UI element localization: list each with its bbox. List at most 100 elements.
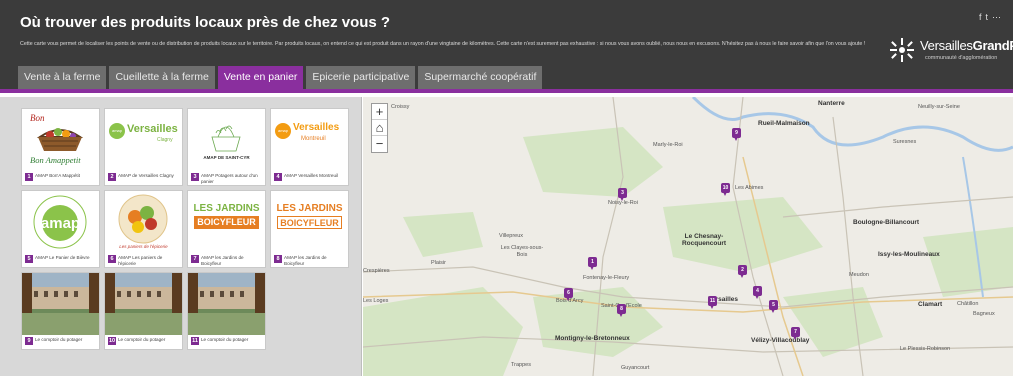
map-label: Marly-le-Roi xyxy=(653,142,683,148)
gallery-card[interactable]: Bon Bon Amappetit 1 AMAP Bon'A Mappétit xyxy=(21,108,100,186)
map-marker-number: 4 xyxy=(753,286,762,296)
map-marker[interactable]: 9 xyxy=(732,128,741,141)
gallery-card[interactable]: AMAP DE SAINT-CYR 3 AMAP Potagers autour… xyxy=(187,108,266,186)
card-logo-text: Versailles xyxy=(293,122,340,133)
map-label: Meudon xyxy=(849,272,869,278)
social-links: ft⋯ xyxy=(979,12,1005,23)
card-logo-text: amap xyxy=(40,215,81,232)
map-label: Fontenay-le-Fleury xyxy=(583,275,630,281)
card-logo-text: LES JARDINS xyxy=(276,203,343,214)
map-label: Vélizy-Villacoublay xyxy=(751,337,810,344)
card-thumbnail: amap Versailles Montreuil xyxy=(271,109,348,171)
map-label: Clamart xyxy=(918,301,943,308)
card-caption: AMAP Le Panier de Bièvre xyxy=(35,255,90,260)
map-label: Villepreux xyxy=(499,233,524,239)
map-label: Les Clayes-sous-Bois xyxy=(500,245,544,258)
sketch-basket-icon xyxy=(211,125,241,152)
map-marker[interactable]: 11 xyxy=(708,296,717,309)
card-thumbnail: LES JARDINS BOICYFLEUR xyxy=(271,191,348,253)
card-thumbnail xyxy=(105,273,182,335)
map-marker[interactable]: 7 xyxy=(791,327,800,340)
card-logo-text: Les paniers de l'épicerie xyxy=(119,244,168,249)
card-logo-subtext: Clagny xyxy=(157,137,173,143)
map-zoom-controls: + ⌂ − xyxy=(371,103,388,153)
map-marker[interactable]: 5 xyxy=(769,300,778,313)
map-label: Guyancourt xyxy=(621,365,650,371)
gallery-card[interactable]: 11 Le comptoir du potager xyxy=(187,272,266,350)
map-marker-number: 7 xyxy=(791,327,800,337)
amap-badge-icon: amap xyxy=(275,123,291,139)
share-icon[interactable]: ⋯ xyxy=(992,12,1005,22)
brand-logo[interactable]: VersaillesGrandParc xyxy=(920,38,1013,53)
map-label: Bagneux xyxy=(973,311,995,317)
tab-cueillette-a-la-ferme[interactable]: Cueillette à la ferme xyxy=(109,66,215,89)
map-marker[interactable]: 6 xyxy=(564,288,573,301)
category-tabs: Vente à la ferme Cueillette à la ferme V… xyxy=(18,66,543,89)
gallery-card[interactable]: Les paniers de l'épicerie 6 AMAP Les pan… xyxy=(104,190,183,268)
card-caption: AMAP Versailles Montreuil xyxy=(284,173,339,178)
map-marker-number: 11 xyxy=(708,296,717,306)
map-marker[interactable]: 3 xyxy=(618,188,627,201)
gallery-card[interactable]: amap Versailles Clagny 2 AMAP de Versail… xyxy=(104,108,183,186)
map-marker-number: 9 xyxy=(732,128,741,138)
map-marker[interactable]: 2 xyxy=(738,265,747,278)
map-marker-number: 1 xyxy=(588,257,597,267)
gallery-card[interactable]: amap Versailles Montreuil 4 AMAP Versail… xyxy=(270,108,349,186)
card-logo-text: Bon Amappetit xyxy=(30,155,81,165)
map-marker-number: 10 xyxy=(721,183,730,193)
card-logo-text: Versailles xyxy=(127,123,178,135)
map-label: Les Loges xyxy=(363,298,389,304)
map-label: Croissy xyxy=(391,104,410,110)
card-logo-subtext: BOICYFLEUR xyxy=(277,216,342,229)
map-label: Boulogne-Billancourt xyxy=(853,219,920,226)
gallery-card[interactable]: 9 Le comptoir du potager xyxy=(21,272,100,350)
gallery-card[interactable]: LES JARDINS BOICYFLEUR 7 AMAP les Jardin… xyxy=(187,190,266,268)
card-logo-text: AMAP DE SAINT-CYR xyxy=(203,155,250,160)
map-label: Suresnes xyxy=(893,139,917,145)
card-caption: Le comptoir du potager xyxy=(201,337,249,342)
map-label: Rueil-Malmaison xyxy=(758,120,810,127)
tab-vente-a-la-ferme[interactable]: Vente à la ferme xyxy=(18,66,107,89)
versailles-grandparc-emblem-icon xyxy=(890,38,914,62)
garden-building-photo xyxy=(22,273,99,335)
zoom-in-button[interactable]: + xyxy=(372,104,387,120)
map-label: Le Plessis-Robinson xyxy=(900,346,951,352)
map-view[interactable]: + ⌂ − Nanterre Neuilly-sur-Seine Rueil-M… xyxy=(363,97,1013,376)
map-marker[interactable]: 10 xyxy=(721,183,730,196)
card-thumbnail: Bon Bon Amappetit xyxy=(22,109,99,171)
map-label: Neuilly-sur-Seine xyxy=(918,104,960,110)
map-marker[interactable]: 4 xyxy=(753,286,762,299)
card-logo-text: LES JARDINS xyxy=(193,203,260,214)
gallery-card[interactable]: LES JARDINS BOICYFLEUR 8 AMAP les Jardin… xyxy=(270,190,349,268)
tab-vente-en-panier[interactable]: Vente en panier xyxy=(217,66,304,89)
tab-epicerie-participative[interactable]: Epicerie participative xyxy=(306,66,416,89)
card-caption: AMAP les Jardins de Boicyfleur xyxy=(201,255,244,266)
card-thumbnail: Les paniers de l'épicerie xyxy=(105,191,182,253)
tab-supermarche-cooperatif[interactable]: Supermarché coopératif xyxy=(418,66,543,89)
brand-subtitle: communauté d'agglomération xyxy=(925,55,998,61)
home-icon[interactable]: ⌂ xyxy=(372,120,387,136)
card-caption: AMAP Potagers autour d'un panier xyxy=(201,173,258,184)
map-label: Châtillon xyxy=(957,301,979,307)
card-logo-subtext: BOICYFLEUR xyxy=(194,216,259,229)
zoom-out-button[interactable]: − xyxy=(372,136,387,152)
gallery-card[interactable]: 10 Le comptoir du potager xyxy=(104,272,183,350)
card-thumbnail xyxy=(188,273,265,335)
map-label: Les Abimes xyxy=(735,185,764,191)
page-title: Où trouver des produits locaux près de c… xyxy=(20,14,391,31)
app-header: Où trouver des produits locaux près de c… xyxy=(0,0,1013,93)
map-marker-number: 8 xyxy=(617,304,626,314)
map-marker-number: 5 xyxy=(769,300,778,310)
map-label: Montigny-le-Bretonneux xyxy=(555,335,630,342)
map-label: Trappes xyxy=(511,362,531,368)
card-caption: AMAP Les paniers de l'épicerie xyxy=(118,255,163,266)
map-marker[interactable]: 1 xyxy=(588,257,597,270)
card-thumbnail: amap Versailles Clagny xyxy=(105,109,182,171)
card-caption: Le comptoir du potager xyxy=(35,337,83,342)
map-marker[interactable]: 8 xyxy=(617,304,626,317)
amap-badge-icon: amap xyxy=(109,123,125,139)
card-thumbnail xyxy=(22,273,99,335)
map-marker-number: 6 xyxy=(564,288,573,298)
card-caption: Le comptoir du potager xyxy=(118,337,166,342)
gallery-card[interactable]: amap 5 AMAP Le Panier de Bièvre xyxy=(21,190,100,268)
